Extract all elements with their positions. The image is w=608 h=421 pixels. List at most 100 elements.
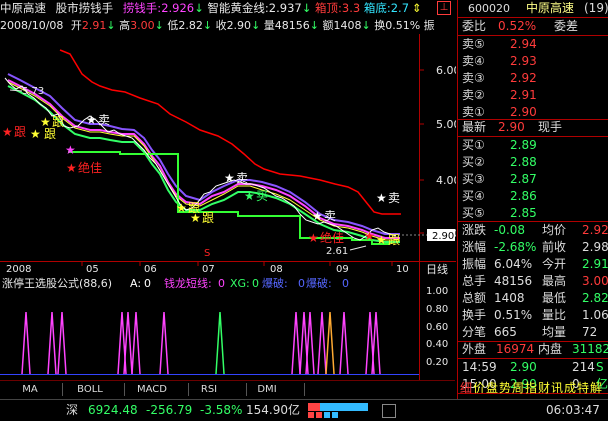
open-label: 开 bbox=[70, 19, 82, 32]
last-price-row: 最新 2.90 现手 bbox=[458, 119, 608, 136]
zlx-label: 钱龙短线: bbox=[164, 276, 212, 290]
waipan-label: 外盘 bbox=[462, 342, 487, 356]
xdi-value: 2.7 bbox=[390, 1, 410, 15]
stat-label: 分笔 bbox=[462, 325, 487, 339]
star-icon: ★ bbox=[364, 229, 375, 243]
sub-tick-label: 0.20 bbox=[426, 357, 448, 368]
buy-level-label: 买② bbox=[462, 155, 485, 169]
stat-label: 总手 bbox=[462, 274, 487, 288]
market-label: 深 bbox=[66, 403, 79, 417]
footer-link[interactable]: 细 bbox=[460, 380, 472, 397]
stat-row: 总额 1408 最低 2.82 bbox=[458, 290, 608, 307]
star-icon: ★ bbox=[2, 125, 13, 139]
weibi-label: 委比 bbox=[462, 19, 487, 33]
footer-link[interactable]: 价 bbox=[473, 380, 485, 397]
down-arrow-icon: ↓ bbox=[154, 19, 164, 32]
buy-level-price: 2.87 bbox=[510, 172, 537, 186]
stat-label: 总额 bbox=[462, 291, 487, 305]
stat-value: 1.06 bbox=[582, 308, 608, 322]
xianshou-label: 现手 bbox=[538, 120, 563, 134]
footer-link[interactable]: 盘 bbox=[486, 380, 498, 397]
signal-label: 跟 bbox=[44, 127, 56, 141]
footer-link[interactable]: 财 bbox=[538, 380, 550, 397]
buy-level-row: 买② 2.88 bbox=[458, 154, 608, 171]
down-arrow-icon: ↓ bbox=[106, 19, 116, 32]
tab-boll[interactable]: BOLL bbox=[68, 381, 112, 398]
low-value: 2.82 bbox=[178, 19, 203, 32]
lqs-value: 2.926 bbox=[161, 1, 195, 15]
xd-label: 箱顶: bbox=[315, 1, 342, 15]
stat-value: 6.04% bbox=[494, 257, 533, 271]
weicha-label: 委差 bbox=[554, 19, 579, 33]
indicator-title[interactable]: 股市捞钱手 bbox=[56, 1, 114, 15]
indicator-updown-icon[interactable]: ⇕ bbox=[412, 1, 422, 15]
low-marker-leader bbox=[349, 245, 367, 251]
stat-value: 0.51% bbox=[494, 308, 533, 322]
footer-link[interactable]: 成 bbox=[564, 380, 576, 397]
collapse-icon[interactable]: ⊥ bbox=[437, 1, 451, 15]
star-icon: ★ bbox=[376, 191, 387, 205]
stat-value: 2.91 bbox=[582, 257, 608, 271]
inout-row: 外盘 16974 内盘 31182 bbox=[458, 341, 608, 358]
checkbox-icon[interactable] bbox=[382, 404, 396, 418]
decline-block bbox=[324, 412, 330, 418]
tab-rsi[interactable]: RSI bbox=[194, 381, 224, 398]
footer-link[interactable]: 特 bbox=[577, 380, 589, 397]
tick-time: 14:59 bbox=[462, 360, 497, 374]
close-label: 收 bbox=[215, 19, 227, 32]
footer-link[interactable]: 周 bbox=[512, 380, 524, 397]
tab-ma[interactable]: MA bbox=[14, 381, 46, 398]
star-icon: ★ bbox=[190, 211, 201, 225]
x-tick-label: 09 bbox=[336, 264, 349, 275]
tab-separator bbox=[304, 383, 305, 396]
stat-label: 涨幅 bbox=[462, 240, 487, 254]
signal-label: 跟 bbox=[14, 125, 26, 139]
stat-row: 分笔 665 均量 72 bbox=[458, 324, 608, 341]
kline-chart[interactable]: 6.00 5.00 4.00 3.00 2.90 5.73 2.61 ★ 跟 ★… bbox=[0, 34, 456, 280]
tick-price: 2.90 bbox=[510, 360, 537, 374]
tab-macd[interactable]: MACD bbox=[130, 381, 174, 398]
sell-level-label: 卖④ bbox=[462, 54, 485, 68]
waipan-value: 16974 bbox=[496, 342, 535, 356]
star-icon: ★ bbox=[244, 189, 255, 203]
price-tick-label: 6.00 bbox=[436, 64, 456, 77]
close-value: 2.90 bbox=[226, 19, 252, 32]
sell-level-row: 卖⑤ 2.94 bbox=[458, 36, 608, 53]
signal-label: 卖 bbox=[324, 209, 336, 223]
sub-indicator-header: 涨停王选股公式(88,6) A: 0 钱龙短线: 0 XG: 0 爆破: 0 爆… bbox=[2, 276, 349, 290]
stat-label: 均价 bbox=[542, 223, 567, 237]
buy-level-price: 2.85 bbox=[510, 206, 537, 220]
tab-dmi[interactable]: DMI bbox=[252, 381, 282, 398]
bz2-value: 0 bbox=[342, 277, 349, 290]
xg-label: XG: bbox=[230, 277, 250, 290]
buy-level-label: 买③ bbox=[462, 172, 485, 186]
tab-separator bbox=[246, 383, 247, 396]
stat-label: 量比 bbox=[542, 308, 567, 322]
advance-block bbox=[308, 412, 314, 418]
down-arrow-icon: ↓ bbox=[361, 19, 371, 32]
signal-label: 卖 bbox=[388, 191, 400, 205]
footer-link[interactable]: 势 bbox=[499, 380, 511, 397]
xd-value: 3.3 bbox=[341, 1, 361, 15]
footer-link[interactable]: 讯 bbox=[551, 380, 563, 397]
stat-label: 前收 bbox=[542, 240, 567, 254]
sub-y-ticks: 1.00 0.80 0.60 0.40 0.20 bbox=[426, 286, 448, 368]
stat-value: -2.68% bbox=[494, 240, 537, 254]
down-arrow-icon: ↓ bbox=[202, 19, 213, 32]
last-label: 最新 bbox=[462, 120, 487, 134]
a-label: A: bbox=[130, 277, 141, 290]
buy-level-price: 2.89 bbox=[510, 138, 537, 152]
clock: 06:03:47 bbox=[546, 403, 600, 417]
down-arrow-icon: ↓ bbox=[309, 19, 319, 32]
stat-label: 今开 bbox=[542, 257, 567, 271]
price-tick-label: 4.00 bbox=[436, 174, 456, 187]
star-icon: ★ bbox=[176, 201, 187, 215]
period-label[interactable]: 日线 bbox=[426, 262, 448, 276]
footer-link[interactable]: 指 bbox=[525, 380, 537, 397]
indicator-tabs: MA BOLL MACD RSI DMI bbox=[0, 380, 455, 398]
buy-level-row: 买③ 2.87 bbox=[458, 171, 608, 188]
weibi-value: 0.52% bbox=[498, 19, 537, 33]
sub-indicator-chart[interactable]: 涨停王选股公式(88,6) A: 0 钱龙短线: 0 XG: 0 爆破: 0 爆… bbox=[0, 276, 456, 380]
x-tick-label: 07 bbox=[202, 264, 215, 275]
footer-link[interactable]: 解 bbox=[590, 380, 602, 397]
